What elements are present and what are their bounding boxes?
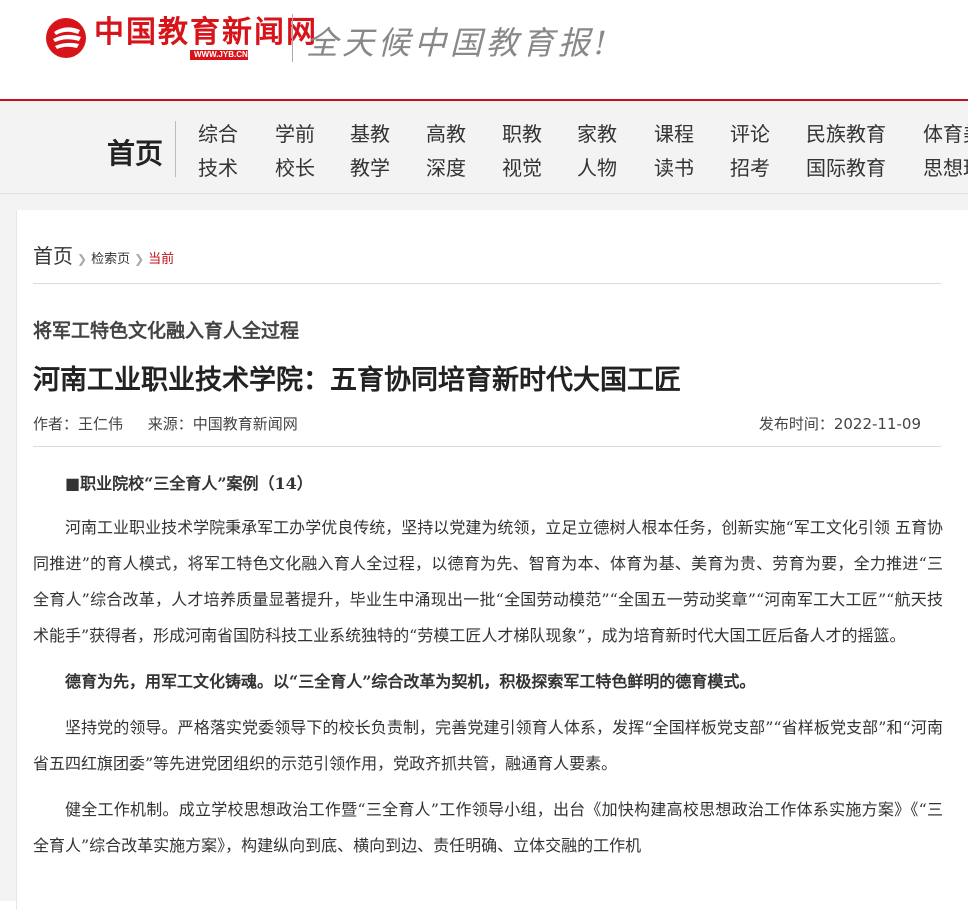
- nav-link-jishu[interactable]: 技术: [198, 152, 238, 181]
- breadcrumb-home-link[interactable]: 首页: [33, 240, 73, 269]
- article-card: 首页 ❯ 检索页 ❯ 当前 将军工特色文化融入育人全过程 河南工业职业技术学院：…: [16, 210, 968, 910]
- article-paragraph: 坚持党的领导。严格落实党委领导下的校长负责制，完善党建引领育人体系，发挥“全国样…: [33, 718, 943, 773]
- logo-text: 中国教育新闻网: [94, 15, 318, 50]
- nav-link-kecheng[interactable]: 课程: [654, 118, 694, 147]
- logo-url: WWW.JYB.CN: [190, 50, 248, 60]
- article-publish-date: 发布时间：2022-11-09: [758, 415, 921, 433]
- breadcrumb: 首页 ❯ 检索页 ❯ 当前: [33, 240, 174, 269]
- site-header: 中国教育新闻网 WWW.JYB.CN 全天候中国教育报!: [0, 0, 968, 101]
- article-paragraph: 健全工作机制。成立学校思想政治工作暨“三全育人”工作领导小组，出台《加快构建高校…: [33, 800, 943, 855]
- article-title: 河南工业职业技术学院：五育协同培育新时代大国工匠: [33, 365, 681, 396]
- nav-home-link[interactable]: 首页: [107, 132, 163, 172]
- breadcrumb-divider: [33, 283, 941, 284]
- nav-divider: [175, 121, 176, 177]
- chevron-right-icon: ❯: [77, 252, 88, 266]
- site-slogan: 全天候中国教育报!: [306, 24, 611, 62]
- nav-link-guoji[interactable]: 国际教育: [806, 152, 886, 181]
- nav-link-jiaoxue[interactable]: 教学: [350, 152, 390, 181]
- header-divider: [292, 14, 293, 62]
- nav-link-shendu[interactable]: 深度: [426, 152, 466, 181]
- article-subtitle: 将军工特色文化融入育人全过程: [33, 320, 300, 342]
- logo-emblem-icon: [46, 18, 86, 58]
- nav-link-xueqian[interactable]: 学前: [275, 118, 315, 147]
- article-source: 来源：中国教育新闻网: [147, 415, 298, 433]
- nav-link-pinglun[interactable]: 评论: [730, 118, 770, 147]
- nav-link-renwu[interactable]: 人物: [577, 152, 617, 181]
- chevron-right-icon: ❯: [134, 252, 145, 266]
- nav-link-xiaozhang[interactable]: 校长: [275, 152, 315, 181]
- nav-link-tiyu[interactable]: 体育美: [923, 118, 968, 147]
- nav-link-dushu[interactable]: 读书: [654, 152, 694, 181]
- article-author: 作者：王仁伟: [33, 415, 124, 433]
- nav-link-zhijiao[interactable]: 职教: [502, 118, 542, 147]
- nav-link-sixiang[interactable]: 思想理: [923, 152, 968, 181]
- article-body: ■职业院校“三全育人”案例（14） 河南工业职业技术学院秉承军工办学优良传统，坚…: [33, 466, 943, 874]
- breadcrumb-search-link[interactable]: 检索页: [91, 248, 130, 267]
- nav-link-gaojiao[interactable]: 高教: [426, 118, 466, 147]
- site-logo[interactable]: 中国教育新闻网 WWW.JYB.CN: [44, 16, 318, 60]
- nav-link-shijue[interactable]: 视觉: [502, 152, 542, 181]
- nav-link-zonghe[interactable]: 综合: [198, 118, 238, 147]
- nav-link-jiajiao[interactable]: 家教: [577, 118, 617, 147]
- article-paragraph: 河南工业职业技术学院秉承军工办学优良传统，坚持以党建为统领，立足立德树人根本任务…: [33, 518, 943, 645]
- article-meta: 作者：王仁伟 来源：中国教育新闻网 发布时间：2022-11-09: [33, 413, 941, 434]
- article-series-label: ■职业院校“三全育人”案例（14）: [65, 474, 313, 493]
- breadcrumb-current: 当前: [148, 252, 175, 267]
- nav-link-minzu[interactable]: 民族教育: [806, 118, 886, 147]
- nav-link-jijiao[interactable]: 基教: [350, 118, 390, 147]
- meta-divider: [33, 446, 941, 447]
- main-nav: 首页 综合 学前 基教 高教 职教 家教 课程 评论 民族教育 体育美 技术 校…: [0, 101, 968, 194]
- nav-link-zhaokao[interactable]: 招考: [730, 152, 770, 181]
- article-paragraph: 德育为先，用军工文化铸魂。以“三全育人”综合改革为契机，积极探索军工特色鲜明的德…: [65, 672, 756, 691]
